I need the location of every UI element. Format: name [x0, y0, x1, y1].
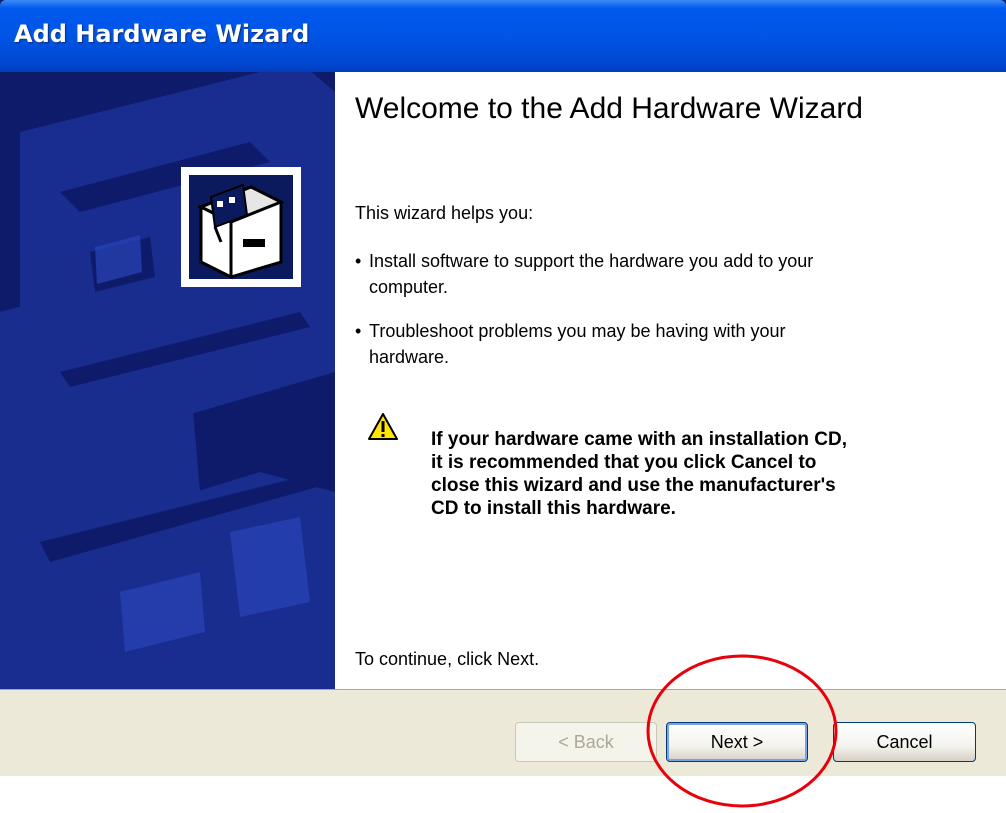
back-button[interactable]: < Back: [515, 722, 657, 762]
intro-text: This wizard helps you:: [355, 203, 534, 223]
warning-line: it is recommended that you click Cancel …: [431, 452, 817, 473]
hardware-card-icon: [181, 167, 301, 287]
warning-line: CD to install this hardware.: [431, 498, 676, 519]
button-bar: < Back Next > Cancel: [0, 689, 1006, 776]
warning-line: If your hardware came with an installati…: [431, 429, 847, 450]
next-button[interactable]: Next >: [666, 722, 808, 762]
bullet-line: hardware.: [369, 347, 450, 367]
warning-triangle-icon: [367, 412, 399, 442]
bullet-line: Troubleshoot problems you may be having …: [369, 321, 786, 341]
title-bar[interactable]: Add Hardware Wizard: [0, 0, 1006, 72]
continue-instruction: To continue, click Next.: [355, 649, 540, 669]
bullet-marker: •: [355, 321, 362, 341]
bullet-line: Install software to support the hardware…: [369, 251, 814, 271]
wizard-content: Welcome to the Add Hardware Wizard This …: [335, 72, 1006, 689]
cancel-button[interactable]: Cancel: [833, 722, 976, 762]
warning-line: close this wizard and use the manufactur…: [431, 475, 836, 496]
bullet-text: Troubleshoot problems you may be having …: [369, 318, 786, 370]
bullet-text: Install software to support the hardware…: [369, 248, 813, 300]
window-title: Add Hardware Wizard: [14, 20, 310, 48]
side-panel-artwork: [0, 72, 335, 689]
bullet-line: computer.: [369, 277, 449, 297]
wizard-window: Add Hardware Wizard Welcome to the Add H…: [0, 0, 1006, 776]
warning-message: If your hardware came with an installati…: [431, 428, 991, 520]
page-heading: Welcome to the Add Hardware Wizard: [355, 92, 863, 125]
wizard-side-panel: [0, 72, 335, 689]
bullet-marker: •: [355, 251, 362, 271]
